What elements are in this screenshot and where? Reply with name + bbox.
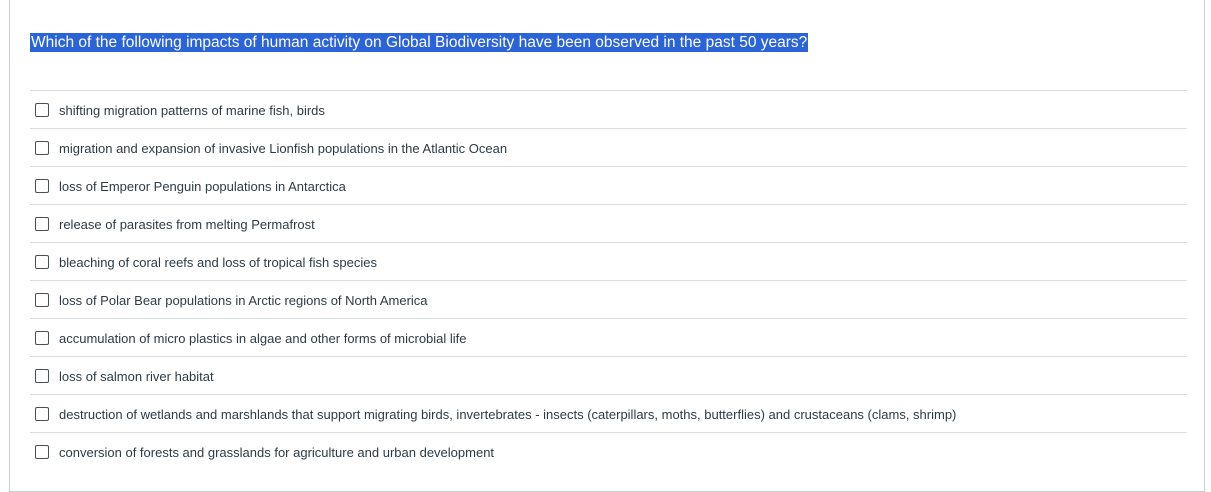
checkbox[interactable] <box>35 368 49 383</box>
answer-option-10[interactable]: conversion of forests and grasslands for… <box>30 432 1187 470</box>
checkbox[interactable] <box>35 254 49 269</box>
answer-label[interactable]: release of parasites from melting Permaf… <box>59 217 315 232</box>
answer-list: shifting migration patterns of marine fi… <box>30 90 1187 470</box>
answer-label[interactable]: loss of salmon river habitat <box>59 369 214 384</box>
answer-option-8[interactable]: loss of salmon river habitat <box>30 356 1187 394</box>
answer-option-9[interactable]: destruction of wetlands and marshlands t… <box>30 394 1187 432</box>
question-card: Which of the following impacts of human … <box>9 0 1205 492</box>
answer-label[interactable]: shifting migration patterns of marine fi… <box>59 103 325 118</box>
checkbox[interactable] <box>35 140 49 155</box>
checkbox[interactable] <box>35 102 49 117</box>
answer-option-7[interactable]: accumulation of micro plastics in algae … <box>30 318 1187 356</box>
answer-label[interactable]: loss of Polar Bear populations in Arctic… <box>59 293 428 308</box>
checkbox[interactable] <box>35 292 49 307</box>
answer-label[interactable]: conversion of forests and grasslands for… <box>59 445 494 460</box>
checkbox[interactable] <box>35 444 49 459</box>
question-text: Which of the following impacts of human … <box>30 33 809 52</box>
answer-label[interactable]: accumulation of micro plastics in algae … <box>59 331 467 346</box>
checkbox[interactable] <box>35 406 49 421</box>
answer-option-2[interactable]: migration and expansion of invasive Lion… <box>30 128 1187 166</box>
answer-option-3[interactable]: loss of Emperor Penguin populations in A… <box>30 166 1187 204</box>
answer-option-4[interactable]: release of parasites from melting Permaf… <box>30 204 1187 242</box>
answer-option-6[interactable]: loss of Polar Bear populations in Arctic… <box>30 280 1187 318</box>
answer-label[interactable]: destruction of wetlands and marshlands t… <box>59 407 956 422</box>
checkbox[interactable] <box>35 178 49 193</box>
answer-label[interactable]: migration and expansion of invasive Lion… <box>59 141 507 156</box>
checkbox[interactable] <box>35 216 49 231</box>
checkbox[interactable] <box>35 330 49 345</box>
answer-option-5[interactable]: bleaching of coral reefs and loss of tro… <box>30 242 1187 280</box>
answer-label[interactable]: loss of Emperor Penguin populations in A… <box>59 179 346 194</box>
answer-label[interactable]: bleaching of coral reefs and loss of tro… <box>59 255 377 270</box>
answer-option-1[interactable]: shifting migration patterns of marine fi… <box>30 90 1187 128</box>
